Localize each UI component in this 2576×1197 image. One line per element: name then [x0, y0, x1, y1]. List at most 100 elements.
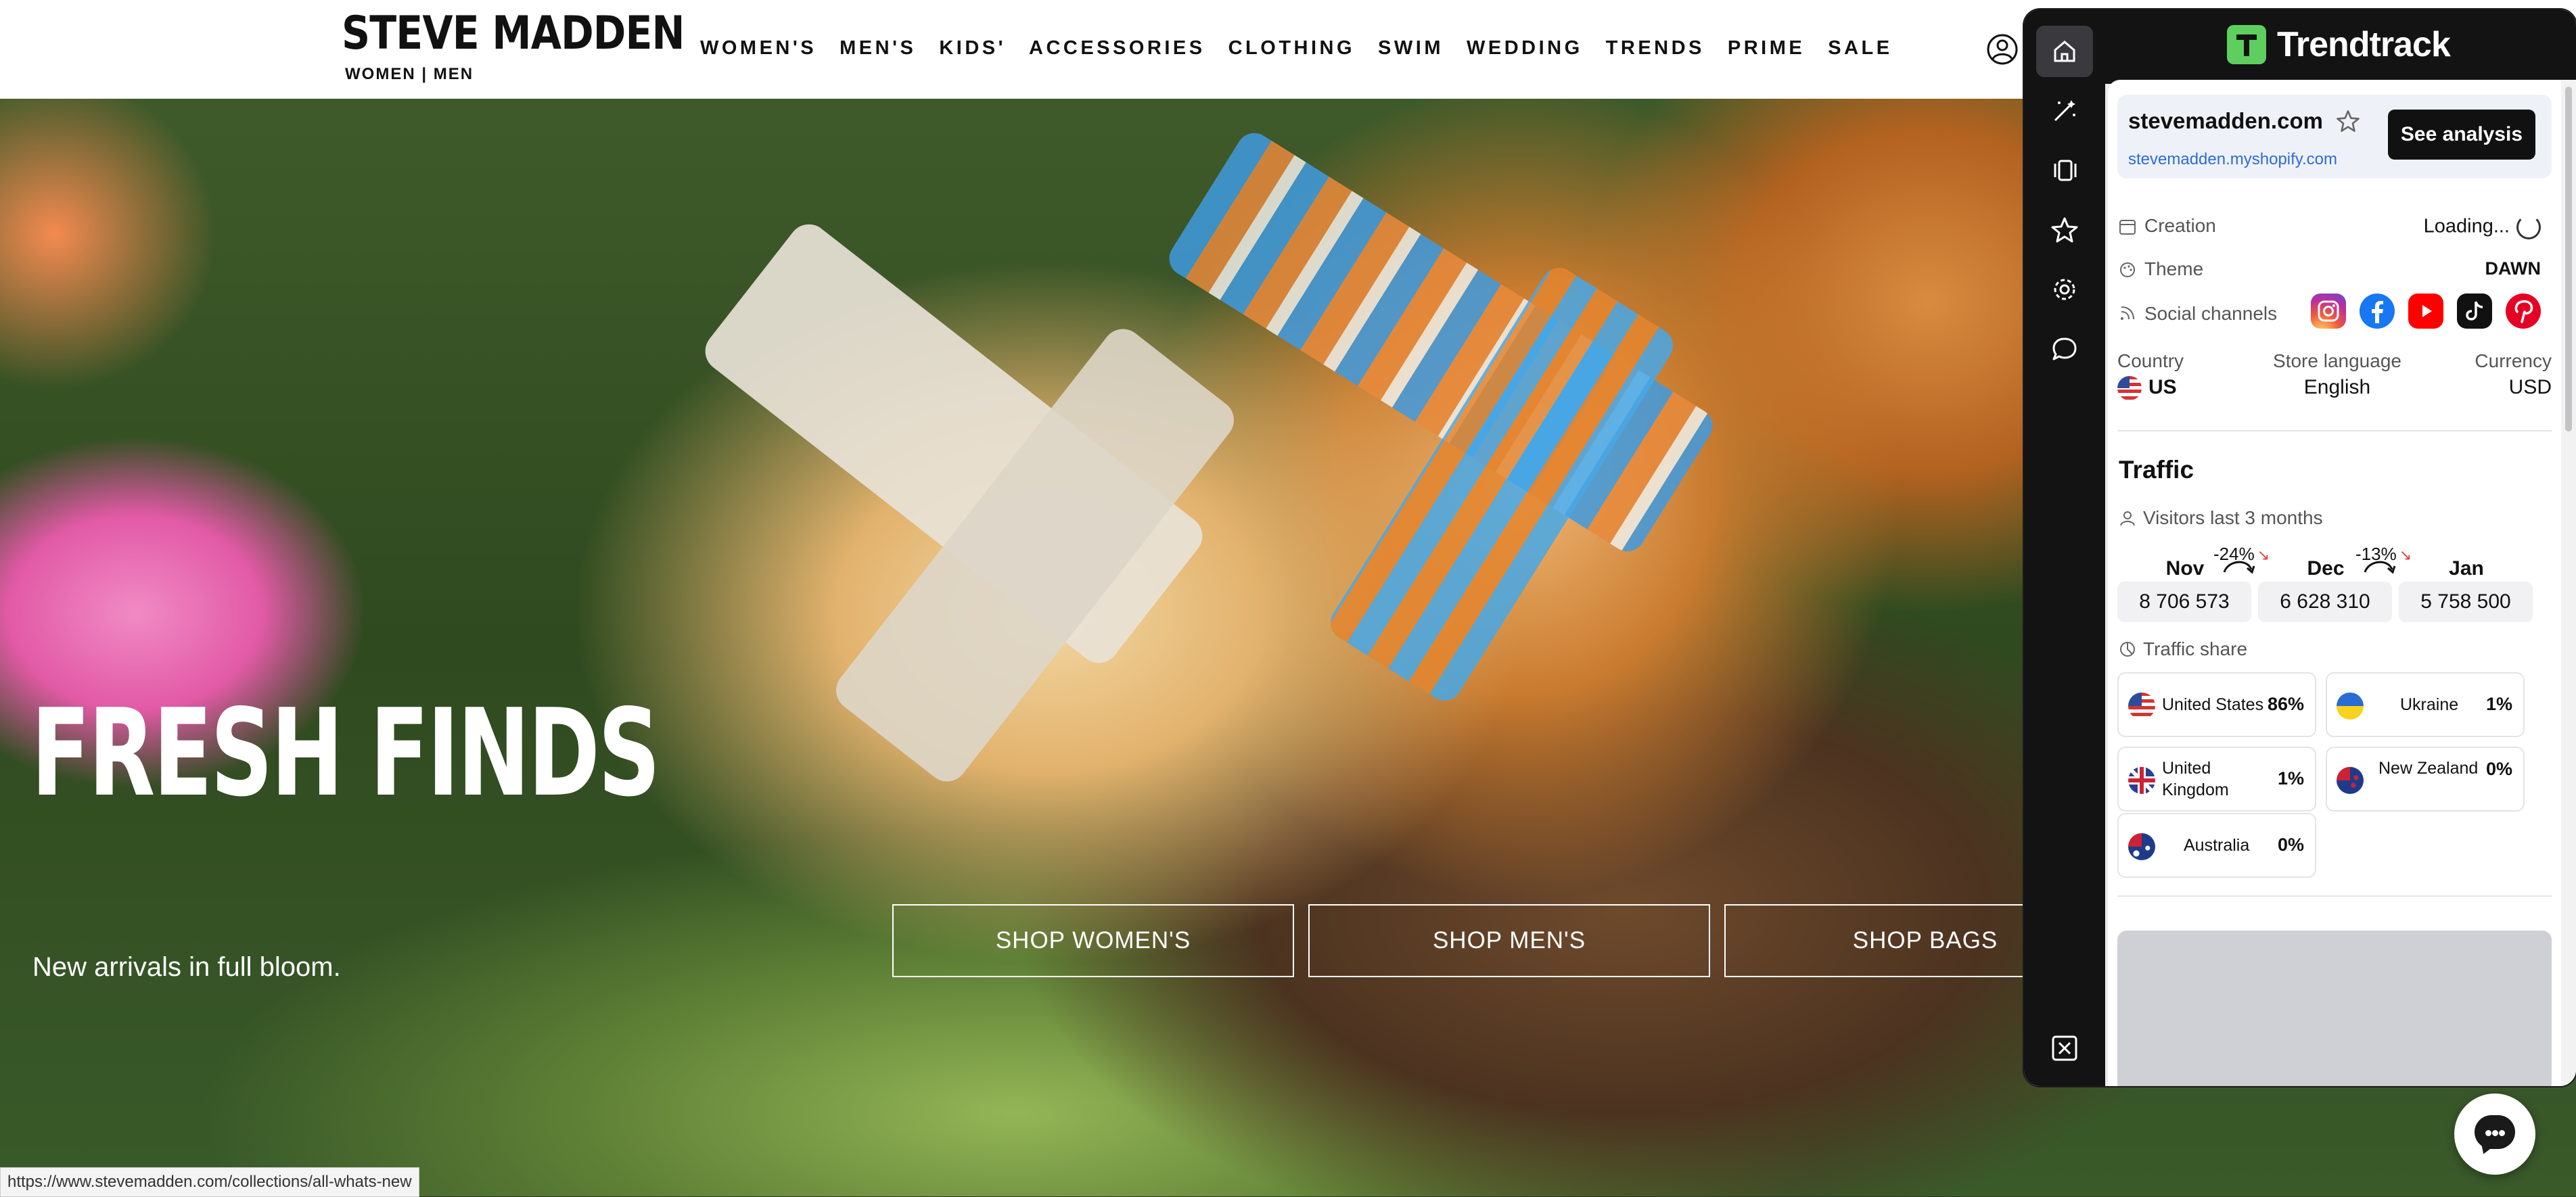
panel-content: stevemadden.com stevemadden.myshopify.co…: [2108, 80, 2561, 1086]
currency-label: Currency: [2475, 350, 2552, 371]
trendtrack-brand: Trendtrack: [2277, 25, 2451, 64]
myshopify-link[interactable]: stevemadden.myshopify.com: [2128, 150, 2337, 169]
chat-button[interactable]: [2454, 1094, 2535, 1175]
nav-item-prime[interactable]: PRIME: [1728, 37, 1805, 60]
share-country: New Zealand: [2378, 759, 2479, 778]
facebook-icon[interactable]: [2360, 294, 2395, 329]
nav-item-wedding[interactable]: WEDDING: [1467, 37, 1583, 60]
creation-loading-text: Loading...: [2423, 215, 2510, 237]
youtube-icon[interactable]: [2408, 294, 2443, 329]
us-flag-icon: [2128, 693, 2155, 720]
panel-scrollbar[interactable]: [2561, 80, 2576, 1086]
message-icon: [2052, 337, 2077, 360]
ukraine-flag-icon: [2337, 693, 2364, 720]
account-icon[interactable]: [1985, 32, 2019, 66]
month-jan-label: Jan: [2449, 557, 2484, 580]
country-value-wrap: US: [2117, 376, 2212, 401]
share-pct: 0%: [2277, 835, 2304, 855]
creation-row: Creation Loading...: [2117, 210, 2552, 243]
month-dec-label: Dec: [2307, 557, 2345, 580]
settings-button[interactable]: [2036, 264, 2093, 315]
language-value: English: [2303, 376, 2371, 398]
main-nav: WOMEN'S MEN'S KIDS' ACCESSORIES CLOTHING…: [700, 37, 1893, 60]
traffic-chart-placeholder: [2117, 931, 2552, 1086]
chat-dot: [2492, 1130, 2498, 1136]
country-col: Country US: [2117, 350, 2212, 401]
star-icon: [2051, 217, 2078, 243]
scrollbar-thumb[interactable]: [2565, 87, 2572, 431]
theme-label: Theme: [2144, 258, 2204, 279]
logo-subline[interactable]: WOMEN | MEN: [345, 65, 474, 84]
site-logo[interactable]: STEVE MADDEN: [342, 7, 685, 60]
chat-dot: [2499, 1130, 2505, 1136]
chat-panel-button[interactable]: [2036, 323, 2093, 375]
nav-item-accessories[interactable]: ACCESSORIES: [1029, 37, 1205, 60]
divider: [2117, 895, 2552, 897]
instagram-icon[interactable]: [2311, 294, 2346, 329]
status-bar-url: https://www.stevemadden.com/collections/…: [0, 1167, 419, 1197]
gear-icon: [2054, 279, 2075, 300]
share-card-new-zealand: New Zealand 0%: [2326, 747, 2525, 812]
loading-spinner-icon: [2516, 215, 2541, 239]
social-label: Social channels: [2144, 303, 2278, 324]
trendtrack-logo: Trendtrack: [2227, 24, 2451, 65]
currency-value: USD: [2508, 376, 2552, 398]
uk-flag-icon: [2128, 767, 2155, 794]
share-card-uk: United Kingdom 1%: [2117, 747, 2316, 812]
home-icon: [2054, 41, 2075, 62]
close-panel-icon[interactable]: [2051, 1035, 2078, 1062]
share-pct: 1%: [2277, 768, 2304, 789]
shop-mens-button[interactable]: SHOP MEN'S: [1308, 904, 1710, 977]
country-value: US: [2148, 376, 2177, 398]
nav-item-womens[interactable]: WOMEN'S: [700, 37, 816, 60]
shop-womens-button[interactable]: SHOP WOMEN'S: [892, 904, 1294, 977]
share-country: Ukraine: [2400, 695, 2459, 714]
magic-wand-button[interactable]: [2036, 85, 2093, 137]
carousel-icon: [2054, 160, 2077, 181]
month-nov-label: Nov: [2165, 557, 2205, 580]
share-pct: 0%: [2485, 759, 2512, 779]
favorite-star-icon[interactable]: [2335, 108, 2361, 134]
carousel-button[interactable]: [2036, 145, 2093, 196]
share-card-australia: Australia 0%: [2117, 813, 2316, 878]
magic-wand-icon: [2054, 100, 2075, 122]
tiktok-icon[interactable]: [2457, 294, 2492, 329]
chat-dot: [2485, 1130, 2491, 1136]
home-button[interactable]: [2036, 26, 2093, 77]
nav-item-swim[interactable]: SWIM: [1378, 37, 1444, 60]
nav-item-kids[interactable]: KIDS': [939, 37, 1006, 60]
new-zealand-flag-icon: [2337, 767, 2364, 794]
share-country: United States: [2162, 695, 2264, 714]
nav-item-sale[interactable]: SALE: [1828, 37, 1892, 60]
nav-item-trends[interactable]: TRENDS: [1606, 37, 1705, 60]
hero-subtitle: New arrivals in full bloom.: [32, 952, 341, 982]
calendar-icon: [2119, 220, 2136, 235]
australia-flag-icon: [2128, 833, 2155, 860]
rss-icon: [2121, 306, 2134, 320]
country-label: Country: [2117, 350, 2184, 371]
traffic-share-label: Traffic share: [2143, 638, 2248, 659]
social-icons: [2311, 294, 2541, 329]
month-nov-value: 8 706 573: [2117, 582, 2251, 622]
language-col: Store language English: [2253, 350, 2422, 399]
nav-item-mens[interactable]: MEN'S: [840, 37, 916, 60]
trendtrack-panel: Trendtrack stevemadden.com stevemadden.m…: [2023, 8, 2576, 1087]
hero-title: FRESH FINDS: [31, 683, 660, 823]
month-dec-value: 6 628 310: [2258, 582, 2392, 622]
share-card-us: United States 86%: [2117, 672, 2316, 737]
us-flag-icon: [2117, 376, 2142, 401]
theme-row: Theme DAWN: [2117, 253, 2552, 287]
share-card-ukraine: Ukraine 1%: [2326, 672, 2525, 737]
visitors-label: Visitors last 3 months: [2143, 507, 2323, 528]
favorites-button[interactable]: [2036, 204, 2093, 256]
nav-item-clothing[interactable]: CLOTHING: [1228, 37, 1355, 60]
share-pct: 1%: [2485, 694, 2512, 714]
pinterest-icon[interactable]: [2506, 294, 2541, 329]
palette-icon: [2120, 262, 2135, 277]
user-icon: [2120, 511, 2135, 526]
month-jan-value: 5 758 500: [2399, 582, 2533, 622]
divider: [2117, 430, 2552, 431]
see-analysis-button[interactable]: See analysis: [2388, 110, 2535, 160]
site-domain: stevemadden.com: [2128, 108, 2323, 133]
visitors-label-row: Visitors last 3 months: [2119, 507, 2323, 529]
